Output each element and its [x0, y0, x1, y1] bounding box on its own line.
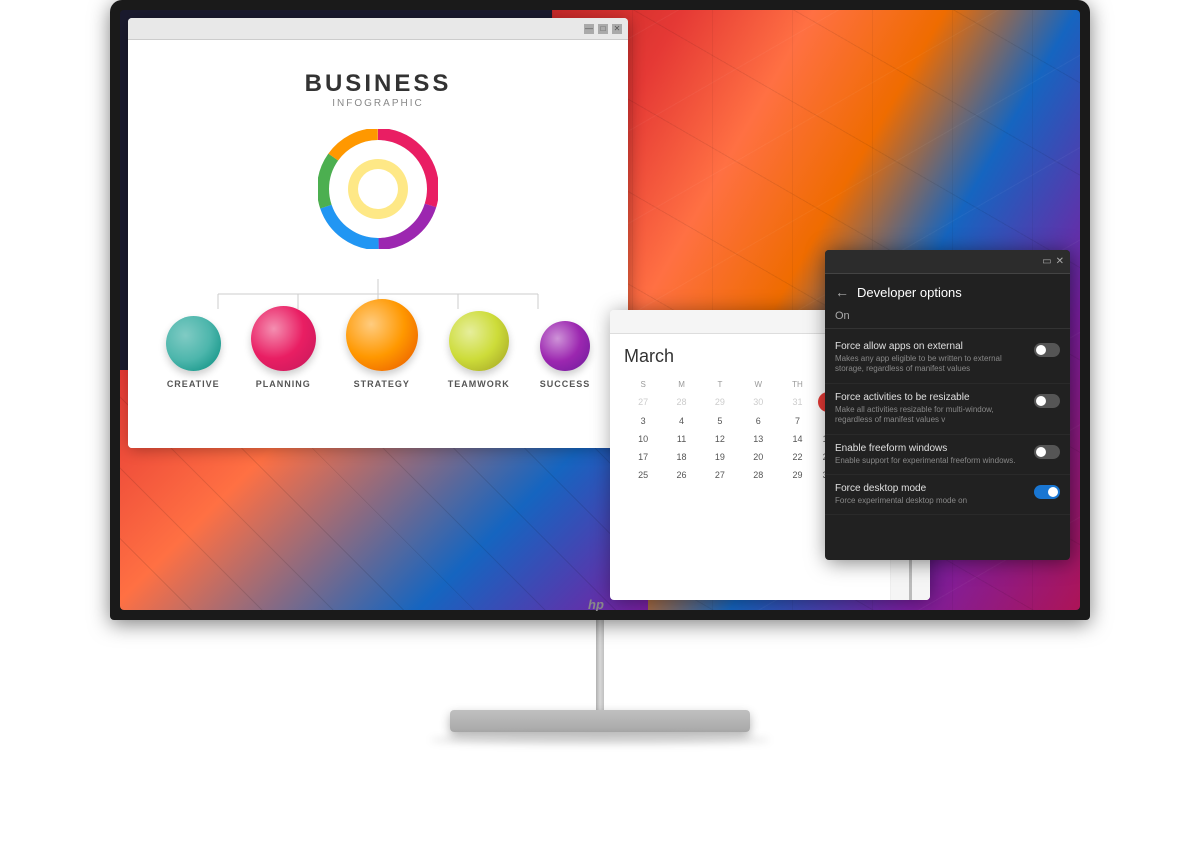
infographic-content: BUSINESS INFOGRAPHIC	[128, 40, 628, 448]
hp-logo-svg: hp	[588, 597, 612, 611]
day-header-s: S	[624, 377, 662, 392]
cal-day[interactable]: 13	[739, 430, 777, 448]
cal-day[interactable]: 19	[701, 448, 739, 466]
cal-day[interactable]: 31	[777, 392, 817, 412]
monitor-screen: — □ ✕ BUSINESS INFOGRAPHIC	[120, 10, 1080, 610]
dev-option-1-name: Force allow apps on external	[835, 341, 1026, 352]
dev-options-title: Developer options	[857, 285, 962, 300]
cal-day[interactable]: 14	[777, 430, 817, 448]
monitor-container: — □ ✕ BUSINESS INFOGRAPHIC	[0, 0, 1200, 846]
cal-day[interactable]: 27	[701, 466, 739, 484]
day-header-m: M	[662, 377, 700, 392]
dev-close-icon[interactable]: ✕	[1056, 256, 1064, 267]
dev-option-4[interactable]: Force desktop mode Force experimental de…	[825, 475, 1070, 515]
dev-option-3-name: Enable freeform windows	[835, 443, 1026, 454]
circle-item-success: SUCCESS	[540, 321, 591, 389]
circle-item-teamwork: TEAMWORK	[448, 311, 510, 389]
circle-strategy	[346, 299, 418, 371]
circle-item-planning: PLANNING	[251, 306, 316, 389]
cal-day[interactable]: 5	[701, 412, 739, 430]
circles-row: CREATIVE PLANNING STRATEGY TEAMWORK	[166, 299, 591, 389]
cal-day[interactable]: 4	[662, 412, 700, 430]
label-strategy: STRATEGY	[354, 379, 410, 389]
cal-day[interactable]: 20	[739, 448, 777, 466]
dev-on-label: On	[825, 306, 1070, 329]
dev-maximize-icon[interactable]: ▭	[1042, 256, 1051, 267]
cal-day[interactable]: 18	[662, 448, 700, 466]
cal-day[interactable]: 29	[701, 392, 739, 412]
cal-day[interactable]: 12	[701, 430, 739, 448]
monitor-base-shadow	[430, 736, 770, 744]
dev-option-3-desc: Enable support for experimental freeform…	[835, 456, 1026, 466]
cal-day[interactable]: 25	[624, 466, 662, 484]
developer-options-window[interactable]: ▭ ✕ ← Developer options On Force allow a…	[825, 250, 1070, 560]
circle-creative	[166, 316, 221, 371]
dev-option-1-desc: Makes any app eligible to be written to …	[835, 354, 1026, 375]
day-header-t: T	[701, 377, 739, 392]
cal-day[interactable]: 29	[777, 466, 817, 484]
cal-day[interactable]: 17	[624, 448, 662, 466]
dev-option-1[interactable]: Force allow apps on external Makes any a…	[825, 333, 1070, 384]
monitor-bezel: — □ ✕ BUSINESS INFOGRAPHIC	[110, 0, 1090, 620]
toggle-force-desktop[interactable]	[1034, 485, 1060, 499]
dev-option-2-name: Force activities to be resizable	[835, 392, 1026, 403]
maximize-button[interactable]: □	[598, 24, 608, 34]
infographic-titlebar: — □ ✕	[128, 18, 628, 40]
toggle-force-apps[interactable]	[1034, 343, 1060, 357]
cal-day[interactable]: 26	[662, 466, 700, 484]
circle-success	[540, 321, 590, 371]
minimize-button[interactable]: —	[584, 24, 594, 34]
dev-option-4-name: Force desktop mode	[835, 483, 1026, 494]
monitor-stand-neck	[596, 620, 604, 710]
cal-day[interactable]: 10	[624, 430, 662, 448]
cal-day[interactable]: 28	[739, 466, 777, 484]
dev-option-2[interactable]: Force activities to be resizable Make al…	[825, 384, 1070, 435]
circle-item-strategy: STRATEGY	[346, 299, 418, 389]
monitor-stand-base	[450, 710, 750, 732]
infographic-main-title: BUSINESS	[305, 70, 452, 98]
label-teamwork: TEAMWORK	[448, 379, 510, 389]
day-header-th: TH	[777, 377, 817, 392]
infographic-subtitle: INFOGRAPHIC	[305, 98, 452, 109]
cal-day[interactable]: 27	[624, 392, 662, 412]
circle-planning	[251, 306, 316, 371]
dev-options-titlebar: ▭ ✕	[825, 250, 1070, 274]
circle-teamwork	[449, 311, 509, 371]
hp-logo: hp	[588, 597, 612, 614]
dev-option-2-desc: Make all activities resizable for multi-…	[835, 405, 1026, 426]
pie-chart	[318, 129, 438, 249]
dev-option-1-text: Force allow apps on external Makes any a…	[835, 341, 1026, 375]
cal-day[interactable]: 30	[739, 392, 777, 412]
label-success: SUCCESS	[540, 379, 591, 389]
infographic-title: BUSINESS INFOGRAPHIC	[305, 70, 452, 109]
infographic-window[interactable]: — □ ✕ BUSINESS INFOGRAPHIC	[128, 18, 628, 448]
dev-option-4-desc: Force experimental desktop mode on	[835, 496, 1026, 506]
cal-day[interactable]: 11	[662, 430, 700, 448]
cal-day[interactable]: 7	[777, 412, 817, 430]
cal-day[interactable]: 6	[739, 412, 777, 430]
dev-option-4-text: Force desktop mode Force experimental de…	[835, 483, 1026, 506]
toggle-freeform-windows[interactable]	[1034, 445, 1060, 459]
day-header-w: W	[739, 377, 777, 392]
circle-item-creative: CREATIVE	[166, 316, 221, 389]
pie-chart-svg	[318, 129, 438, 249]
back-arrow-icon[interactable]: ←	[835, 284, 849, 300]
svg-text:hp: hp	[588, 597, 604, 611]
dev-options-header: ← Developer options	[825, 274, 1070, 306]
dev-option-2-text: Force activities to be resizable Make al…	[835, 392, 1026, 426]
cal-day[interactable]: 3	[624, 412, 662, 430]
cal-day[interactable]: 22	[777, 448, 817, 466]
toggle-force-resizable[interactable]	[1034, 394, 1060, 408]
dev-option-3[interactable]: Enable freeform windows Enable support f…	[825, 435, 1070, 475]
close-button[interactable]: ✕	[612, 24, 622, 34]
label-planning: PLANNING	[256, 379, 311, 389]
dev-option-3-text: Enable freeform windows Enable support f…	[835, 443, 1026, 466]
cal-day[interactable]: 28	[662, 392, 700, 412]
label-creative: CREATIVE	[167, 379, 220, 389]
